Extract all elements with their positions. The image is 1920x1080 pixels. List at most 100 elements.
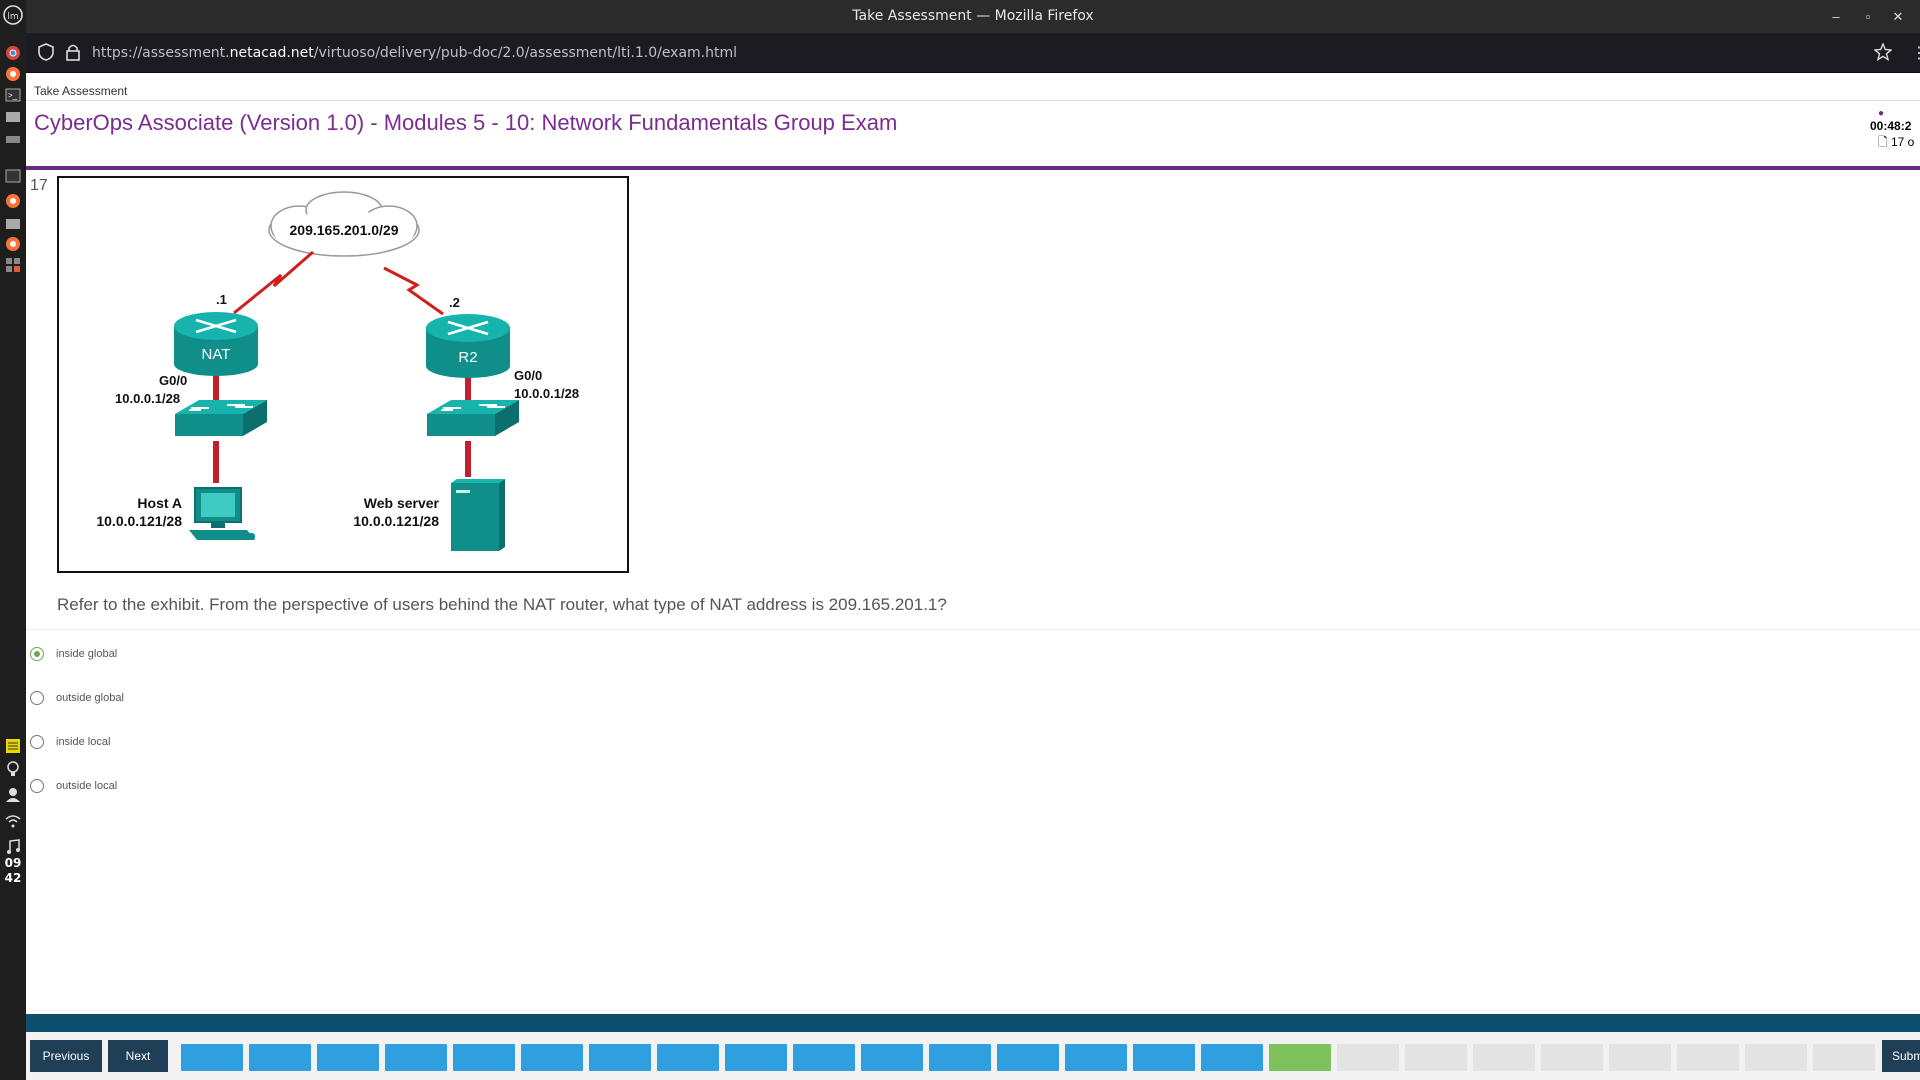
question-nav-box[interactable] xyxy=(725,1044,787,1071)
answer-option-inside-local[interactable]: inside local xyxy=(30,732,110,752)
question-nav-box[interactable] xyxy=(1609,1044,1671,1071)
divider xyxy=(26,100,1920,101)
answer-label: inside global xyxy=(56,648,118,660)
question-nav-box[interactable] xyxy=(453,1044,515,1071)
nat-router-icon xyxy=(174,312,258,376)
submit-button[interactable]: Subm xyxy=(1882,1040,1920,1072)
nat-if-name: G0/0 xyxy=(159,373,187,388)
url-domain: netacad.net xyxy=(229,45,314,61)
question-nav-box[interactable] xyxy=(1813,1044,1875,1071)
terminal-icon[interactable] xyxy=(2,165,24,187)
url-field[interactable]: https://assessment.netacad.net/virtuoso/… xyxy=(92,45,737,61)
question-nav-box[interactable] xyxy=(1133,1044,1195,1071)
terminal-icon[interactable]: >_ xyxy=(2,84,24,106)
r2-router-label: R2 xyxy=(458,349,477,366)
calculator-icon[interactable] xyxy=(2,254,24,276)
question-text: Refer to the exhibit. From the perspecti… xyxy=(57,595,947,614)
svg-text:>_: >_ xyxy=(8,91,18,100)
folder-icon[interactable] xyxy=(2,105,24,127)
radio-button[interactable] xyxy=(30,691,44,705)
window-titlebar: Take Assessment — Mozilla Firefox – ▫ ✕ xyxy=(26,0,1920,33)
server-ip: 10.0.0.121/28 xyxy=(353,513,439,529)
r2-if-ip: 10.0.0.1/28 xyxy=(514,386,579,401)
firefox-icon[interactable] xyxy=(2,63,24,85)
shield-icon[interactable] xyxy=(38,43,54,66)
radio-button[interactable] xyxy=(30,779,44,793)
minimize-button[interactable]: – xyxy=(1824,6,1848,28)
page-icon: 🗋 xyxy=(1878,135,1888,149)
r2-link-label: .2 xyxy=(449,295,460,310)
answer-option-outside-local[interactable]: outside local xyxy=(30,776,117,796)
question-nav-box[interactable] xyxy=(249,1044,311,1071)
lock-icon[interactable] xyxy=(66,43,80,66)
timer-panel: ● 00:48:2 🗋 17 o xyxy=(1870,108,1920,154)
server-name: Web server xyxy=(364,495,440,511)
close-button[interactable]: ✕ xyxy=(1886,6,1910,28)
firefox-icon[interactable] xyxy=(2,190,24,212)
page-title: CyberOps Associate (Version 1.0) - Modul… xyxy=(34,110,898,135)
switch-icon xyxy=(175,400,267,436)
serial-link-nat xyxy=(233,250,314,315)
url-suffix: /virtuoso/delivery/pub-doc/2.0/assessmen… xyxy=(313,45,738,61)
question-nav-box[interactable] xyxy=(1541,1044,1603,1071)
host-name: Host A xyxy=(137,495,182,511)
radio-button[interactable] xyxy=(30,647,44,661)
server-icon xyxy=(451,479,505,551)
answer-label: outside global xyxy=(56,692,124,704)
browser-url-bar: https://assessment.netacad.net/virtuoso/… xyxy=(26,33,1920,73)
menu-icon[interactable]: ⋮ xyxy=(1911,43,1920,63)
r2-if-name: G0/0 xyxy=(514,368,542,383)
answer-label: inside local xyxy=(56,736,111,748)
url-prefix: https://assessment. xyxy=(92,45,230,61)
next-button[interactable]: Next xyxy=(108,1040,168,1072)
pc-icon xyxy=(189,487,255,540)
answer-option-outside-global[interactable]: outside global xyxy=(30,688,124,708)
question-nav-box[interactable] xyxy=(861,1044,923,1071)
question-nav-box[interactable] xyxy=(1405,1044,1467,1071)
question-nav-box[interactable] xyxy=(589,1044,651,1071)
question-nav-box[interactable] xyxy=(181,1044,243,1071)
radio-button[interactable] xyxy=(30,735,44,749)
nat-router-label: NAT xyxy=(202,346,231,363)
breadcrumb: Take Assessment xyxy=(34,84,128,98)
drive-icon[interactable] xyxy=(2,128,24,150)
question-nav-box[interactable] xyxy=(1269,1044,1331,1071)
question-nav-box[interactable] xyxy=(1745,1044,1807,1071)
answer-option-inside-global[interactable]: inside global xyxy=(30,644,117,664)
question-nav-box[interactable] xyxy=(997,1044,1059,1071)
maximize-button[interactable]: ▫ xyxy=(1856,6,1880,28)
question-nav-box[interactable] xyxy=(929,1044,991,1071)
nat-link-label: .1 xyxy=(216,292,227,307)
lightbulb-icon[interactable] xyxy=(2,758,24,780)
bookmark-star-icon[interactable] xyxy=(1873,42,1893,66)
question-nav-box[interactable] xyxy=(317,1044,379,1071)
notes-icon[interactable] xyxy=(2,735,24,757)
timer-value: 00:48:2 xyxy=(1870,119,1912,133)
question-nav-box[interactable] xyxy=(1201,1044,1263,1071)
question-nav-box[interactable] xyxy=(521,1044,583,1071)
switch-icon xyxy=(427,400,519,436)
folder-icon[interactable] xyxy=(2,212,24,234)
question-nav-box[interactable] xyxy=(1473,1044,1535,1071)
clock-minute: 42 xyxy=(4,871,22,885)
r2-router-icon xyxy=(426,314,510,378)
question-count: 🗋 17 o xyxy=(1878,133,1920,154)
wifi-icon[interactable] xyxy=(2,810,24,832)
mint-menu-icon[interactable]: lm xyxy=(2,4,24,26)
question-nav-box[interactable] xyxy=(657,1044,719,1071)
question-nav-box[interactable] xyxy=(793,1044,855,1071)
question-nav-box[interactable] xyxy=(1065,1044,1127,1071)
divider xyxy=(26,629,1920,630)
answer-label: outside local xyxy=(56,780,118,792)
question-count-value: 17 o xyxy=(1891,135,1915,149)
user-icon[interactable] xyxy=(2,784,24,806)
question-nav-box[interactable] xyxy=(385,1044,447,1071)
music-icon[interactable] xyxy=(2,836,24,858)
question-nav-box[interactable] xyxy=(1337,1044,1399,1071)
firefox-icon[interactable] xyxy=(2,233,24,255)
chrome-icon[interactable] xyxy=(2,42,24,64)
question-nav-box[interactable] xyxy=(1677,1044,1739,1071)
host-ip: 10.0.0.121/28 xyxy=(96,513,182,529)
os-dock: lm >_ 09 42 xyxy=(0,0,26,1080)
previous-button[interactable]: Previous xyxy=(30,1040,102,1072)
